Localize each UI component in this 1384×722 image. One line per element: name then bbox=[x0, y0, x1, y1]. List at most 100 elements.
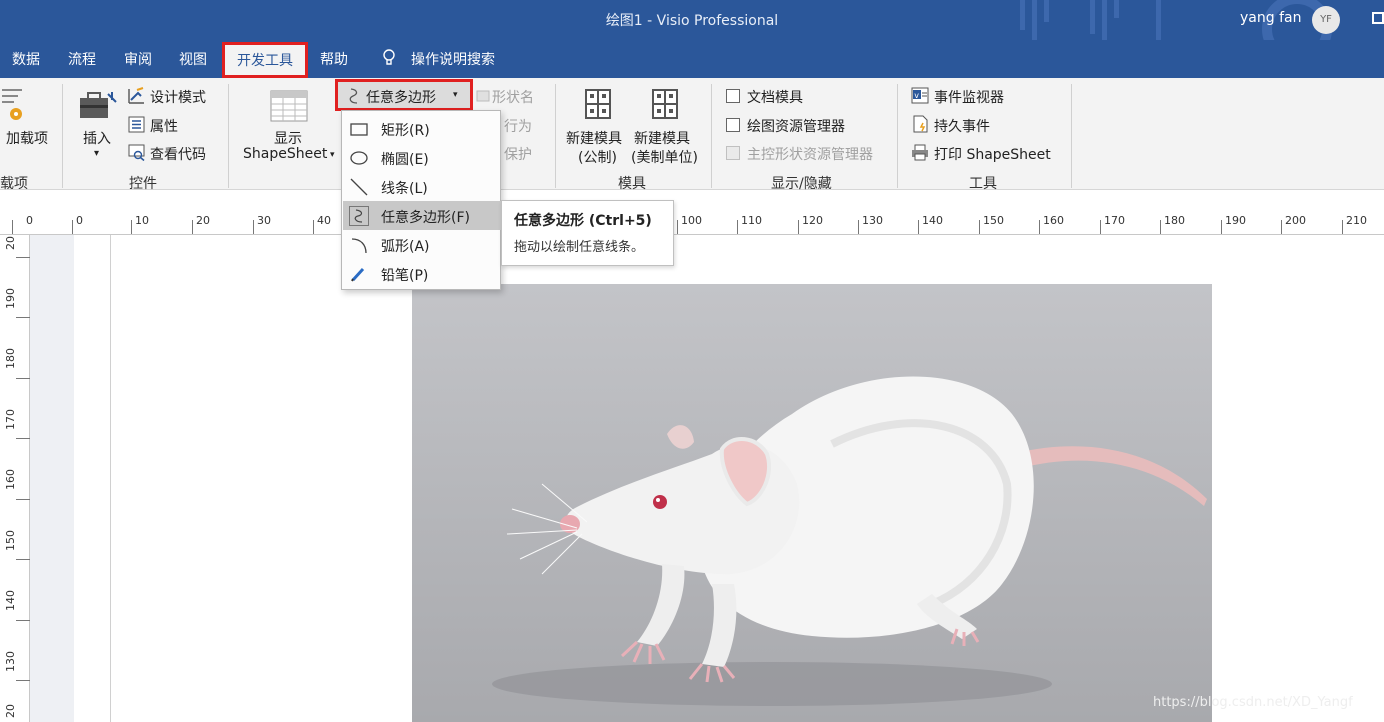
arc-icon bbox=[351, 238, 367, 254]
ruler-tick bbox=[192, 220, 193, 234]
addins-button[interactable]: 加载项 bbox=[6, 128, 48, 148]
properties-button[interactable]: 属性 bbox=[150, 116, 178, 136]
insert-control-button[interactable]: 插入 bbox=[83, 128, 111, 148]
group-divider bbox=[555, 84, 556, 188]
tab-help[interactable]: 帮助 bbox=[320, 49, 348, 69]
shapesheet-icon[interactable] bbox=[270, 90, 308, 122]
ruler-tick-label: 180 bbox=[4, 348, 17, 369]
freeform-tooltip: 任意多边形 (Ctrl+5) 拖动以绘制任意线条。 bbox=[501, 200, 674, 266]
tools-group-label: 工具 bbox=[969, 176, 997, 192]
event-monitor-button[interactable]: 事件监视器 bbox=[934, 87, 1004, 107]
menu-item-arc[interactable]: 弧形(A) bbox=[343, 230, 501, 259]
vertical-ruler[interactable]: 20 190 180 170 160 150 140 130 20 bbox=[0, 235, 30, 722]
new-stencil-us-sub[interactable]: (美制单位) bbox=[631, 147, 698, 167]
ellipse-icon bbox=[350, 151, 368, 165]
tab-developer[interactable]: 开发工具 bbox=[222, 42, 308, 78]
new-stencil-us-button[interactable]: 新建模具 bbox=[634, 128, 690, 148]
design-mode-icon bbox=[128, 87, 144, 104]
ruler-tick-label: 110 bbox=[741, 214, 762, 227]
freeform-tool-button[interactable]: 任意多边形 ▾ bbox=[335, 79, 473, 111]
group-divider bbox=[62, 84, 63, 188]
horizontal-ruler[interactable]: 0 0 10 20 30 40 100 110 120 130 140 150 … bbox=[0, 210, 1384, 235]
menu-item-freeform[interactable]: 任意多边形(F) bbox=[343, 201, 501, 230]
ruler-tick bbox=[16, 317, 30, 318]
menu-bar: 数据 流程 审阅 视图 开发工具 帮助 操作说明搜索 bbox=[0, 40, 1384, 78]
tab-data[interactable]: 数据 bbox=[12, 49, 40, 69]
ruler-tick-label: 0 bbox=[76, 214, 83, 227]
new-stencil-metric-icon bbox=[585, 89, 611, 119]
menu-item-label: 弧形(A) bbox=[381, 239, 430, 255]
canvas-background[interactable] bbox=[30, 235, 74, 722]
tooltip-title: 任意多边形 (Ctrl+5) bbox=[514, 213, 652, 229]
tab-review[interactable]: 审阅 bbox=[124, 49, 152, 69]
ruler-tick-label: 150 bbox=[4, 530, 17, 551]
master-explorer-label: 主控形状资源管理器 bbox=[747, 147, 873, 163]
tell-me-search[interactable]: 操作说明搜索 bbox=[411, 49, 495, 69]
ruler-tick bbox=[918, 220, 919, 234]
new-stencil-metric-sub[interactable]: (公制) bbox=[578, 147, 617, 167]
properties-icon bbox=[128, 116, 145, 133]
show-shapesheet-label[interactable]: 显示 bbox=[274, 128, 302, 148]
persistent-events-button[interactable]: 持久事件 bbox=[934, 116, 990, 136]
ruler-tick bbox=[16, 257, 30, 258]
toolbox-icon[interactable] bbox=[78, 88, 118, 122]
ruler-tick bbox=[16, 499, 30, 500]
protection-button[interactable]: 保护 bbox=[504, 144, 532, 164]
menu-item-label: 椭圆(E) bbox=[381, 152, 429, 168]
shape-name-button[interactable]: 形状名 bbox=[492, 87, 534, 107]
drawing-page-margin[interactable] bbox=[74, 235, 111, 722]
ruler-tick-label: 160 bbox=[4, 469, 17, 490]
svg-text:v: v bbox=[914, 91, 919, 100]
freeform-tool-label: 任意多边形 bbox=[366, 90, 436, 106]
ruler-tick bbox=[131, 220, 132, 234]
addins-icon[interactable] bbox=[0, 88, 30, 122]
drawing-explorer-checkbox[interactable] bbox=[726, 118, 740, 132]
ruler-tick-label: 20 bbox=[196, 214, 210, 227]
ruler-tick bbox=[16, 620, 30, 621]
tooltip-description: 拖动以绘制任意线条。 bbox=[514, 240, 645, 255]
design-mode-button[interactable]: 设计模式 bbox=[150, 87, 206, 107]
document-stencil-label[interactable]: 文档模具 bbox=[747, 87, 803, 107]
ruler-tick-label: 40 bbox=[317, 214, 331, 227]
menu-item-pencil[interactable]: 铅笔(P) bbox=[343, 259, 501, 288]
ruler-tick-label: 30 bbox=[257, 214, 271, 227]
group-divider bbox=[228, 84, 229, 188]
drawing-explorer-label[interactable]: 绘图资源管理器 bbox=[747, 116, 845, 136]
ruler-tick-label: 180 bbox=[1164, 214, 1185, 227]
menu-item-ellipse[interactable]: 椭圆(E) bbox=[343, 143, 501, 172]
rat-picture[interactable] bbox=[412, 284, 1212, 722]
tab-process[interactable]: 流程 bbox=[68, 49, 96, 69]
menu-item-label: 线条(L) bbox=[381, 181, 428, 197]
line-icon bbox=[350, 178, 368, 196]
menu-item-line[interactable]: 线条(L) bbox=[343, 172, 501, 201]
ruler-tick-label: 200 bbox=[1285, 214, 1306, 227]
view-code-button[interactable]: 查看代码 bbox=[150, 144, 206, 164]
pencil-icon bbox=[351, 267, 365, 282]
ribbon: 加载项 载项 插入 ▾ 设计模式 属性 查看代码 控件 显示 ShapeShee… bbox=[0, 78, 1384, 192]
ruler-tick bbox=[16, 680, 30, 681]
restore-window-icon[interactable] bbox=[1372, 12, 1384, 24]
document-stencil-checkbox[interactable] bbox=[726, 89, 740, 103]
ruler-tick-label: 190 bbox=[1225, 214, 1246, 227]
event-monitor-icon: v bbox=[911, 87, 929, 104]
tab-view[interactable]: 视图 bbox=[179, 49, 207, 69]
print-shapesheet-button[interactable]: 打印 ShapeSheet bbox=[934, 144, 1051, 164]
ruler-tick bbox=[1039, 220, 1040, 234]
new-stencil-metric-button[interactable]: 新建模具 bbox=[566, 128, 622, 148]
user-name[interactable]: yang fan bbox=[1240, 10, 1301, 26]
stencil-group-label: 模具 bbox=[618, 176, 646, 192]
ruler-tick-label: 20 bbox=[4, 704, 17, 718]
menu-item-rectangle[interactable]: 矩形(R) bbox=[343, 114, 501, 143]
ruler-tick bbox=[798, 220, 799, 234]
group-divider bbox=[897, 84, 898, 188]
ruler-tick bbox=[1281, 220, 1282, 234]
show-hide-group-label: 显示/隐藏 bbox=[771, 176, 832, 192]
persistent-events-icon bbox=[913, 115, 928, 133]
chevron-down-icon[interactable]: ▾ bbox=[330, 150, 335, 160]
chevron-down-icon[interactable]: ▾ bbox=[94, 148, 99, 159]
avatar[interactable]: YF bbox=[1312, 6, 1340, 34]
behavior-button[interactable]: 行为 bbox=[504, 116, 532, 136]
new-stencil-us-icon bbox=[652, 89, 678, 119]
show-shapesheet-button[interactable]: ShapeSheet bbox=[243, 146, 327, 162]
ruler-tick-label: 160 bbox=[1043, 214, 1064, 227]
